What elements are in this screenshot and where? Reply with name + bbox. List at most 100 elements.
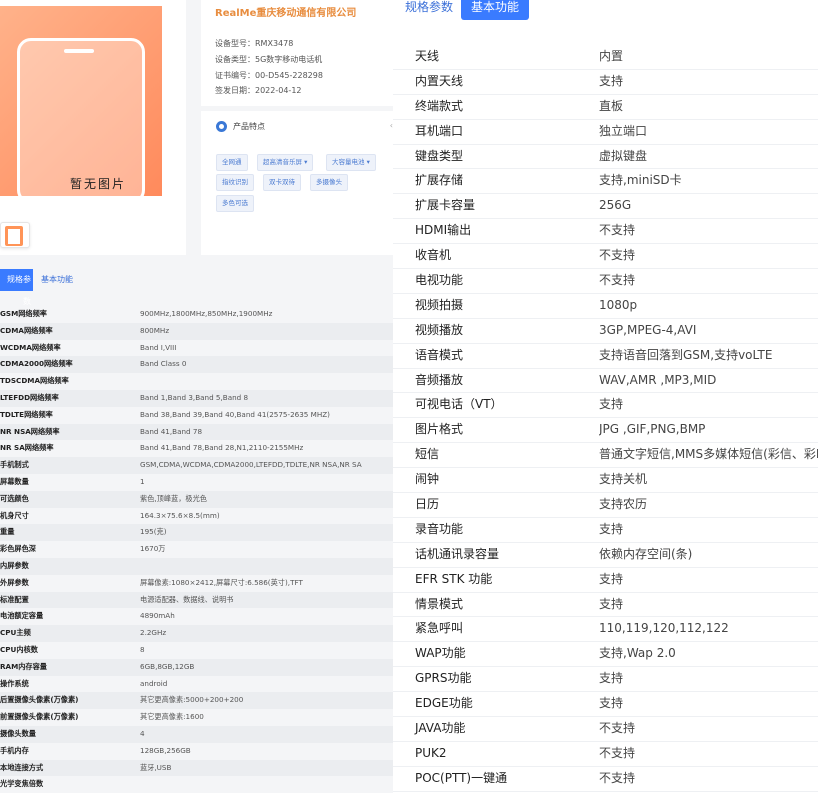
spec-key: POC(PTT)一键通 <box>415 770 508 785</box>
spec-key: 终端款式 <box>415 98 464 113</box>
spec-value: 4890mAh <box>140 611 175 621</box>
spec-value: 支持,miniSD卡 <box>599 173 682 188</box>
spec-key: 手机内存 <box>0 745 29 755</box>
spec-key: WCDMA网络频率 <box>0 342 61 352</box>
spec-key: 重量 <box>0 527 15 537</box>
spec-key: EDGE功能 <box>415 696 473 711</box>
spec-key: TDSCDMA网络频率 <box>0 376 69 386</box>
product-image-placeholder <box>0 6 162 204</box>
feature-tag[interactable]: 超高清音乐屏 ▾ <box>257 154 314 171</box>
spec-key: 本地连接方式 <box>0 762 44 772</box>
spec-value: 其它更高像素:5000+200+200 <box>140 695 244 705</box>
spec-key: 耳机端口 <box>415 123 464 138</box>
right-spec-table: 天线 内置 内置天线 支持 终端款式 直板 耳机端口 独立端口 键盘类型 虚拟键盘 扩展存储 支持,m… <box>393 45 818 793</box>
feature-tag[interactable]: 双卡双待 <box>263 174 301 191</box>
tab-specs[interactable]: 规格参数 <box>405 0 453 20</box>
spec-value: 128GB,256GB <box>140 745 191 755</box>
spec-value: 支持 <box>599 696 624 711</box>
spec-value: 8 <box>140 644 145 654</box>
spec-value: 内置 <box>599 49 624 63</box>
spec-key: 可视电话（VT） <box>415 397 503 412</box>
features-title: 产品特点 <box>233 122 265 131</box>
spec-key: CDMA网络频率 <box>0 325 53 335</box>
spec-row: 可视电话（VT） 支持 <box>393 393 818 419</box>
company-name[interactable]: RealMe重庆移动通信有限公司 <box>215 4 356 19</box>
spec-value: 紫色,顶峰蓝，极光色 <box>140 493 207 503</box>
spec-value: 其它更高像素:1600 <box>140 712 204 722</box>
feature-tag[interactable]: 全网通 <box>216 154 248 171</box>
spec-row: 光学变焦倍数 <box>0 776 393 793</box>
spec-key: 短信 <box>415 447 440 462</box>
spec-key: NR SA网络频率 <box>0 443 54 453</box>
spec-key: 内屏参数 <box>0 560 29 570</box>
image-thumbnail[interactable] <box>0 222 30 248</box>
spec-row: WCDMA网络频率 Band I,VIII <box>0 339 393 357</box>
spec-value: 支持 <box>599 397 624 412</box>
spec-value: 256G <box>599 198 632 213</box>
spec-row: 终端款式 直板 <box>393 94 818 120</box>
spec-value: 支持农历 <box>599 497 648 512</box>
spec-value: 195(克) <box>140 527 167 537</box>
spec-key: 话机通讯录容量 <box>415 546 500 561</box>
spec-value: 支持,Wap 2.0 <box>599 646 676 661</box>
spec-key: 前置摄像头像素(万像素) <box>0 712 79 722</box>
spec-value: 支持 <box>599 671 624 686</box>
spec-row: 话机通讯录容量 依赖内存空间(条) <box>393 542 818 568</box>
spec-value: 支持 <box>599 596 624 611</box>
spec-value: GSM,CDMA,WCDMA,CDMA2000,LTEFDD,TDLTE,NR … <box>140 460 362 470</box>
spec-key: 扩展卡容量 <box>415 198 476 213</box>
no-image-text: 暂无图片 <box>70 177 127 191</box>
spec-row: 紧急呼叫 110,119,120,112,122 <box>393 617 818 643</box>
spec-key: 可选颜色 <box>0 493 29 503</box>
spec-row: 扩展卡容量 256G <box>393 194 818 220</box>
spec-value: 虚拟键盘 <box>599 148 648 163</box>
spec-row: 后置摄像头像素(万像素) 其它更高像素:5000+200+200 <box>0 692 393 710</box>
spec-row: GSM网络频率 900MHz,1800MHz,850MHz,1900MHz <box>0 306 393 323</box>
spec-row: TDSCDMA网络频率 <box>0 373 393 390</box>
spec-key: 视频播放 <box>415 322 464 337</box>
spec-row: 图片格式 JPG ,GIF,PNG,BMP <box>393 418 818 444</box>
spec-value: 164.3×75.6×8.5(mm) <box>140 510 220 520</box>
spec-row: 重量 195(克) <box>0 524 393 542</box>
spec-value: 支持语音回落到GSM,支持voLTE <box>599 347 773 362</box>
spec-row: GPRS功能 支持 <box>393 667 818 693</box>
tab-basic-functions[interactable]: 基本功能 <box>461 0 529 20</box>
spec-value: Band Class 0 <box>140 359 187 369</box>
spec-value: android <box>140 678 168 688</box>
spec-value: 不支持 <box>599 223 636 238</box>
spec-key: 收音机 <box>415 248 452 263</box>
spec-row: 本地连接方式 蓝牙,USB <box>0 759 393 777</box>
spec-row: 语音模式 支持语音回落到GSM,支持voLTE <box>393 343 818 369</box>
spec-key: 音频播放 <box>415 372 464 387</box>
spec-value: 4 <box>140 728 145 738</box>
spec-row: EFR STK 功能 支持 <box>393 567 818 593</box>
spec-key: 光学变焦倍数 <box>0 779 44 789</box>
spec-row: 天线 内置 <box>393 45 818 70</box>
spec-key: PUK2 <box>415 745 447 760</box>
spec-key: CPU内核数 <box>0 644 38 654</box>
product-features-card: 产品特点 ‹ 全网通 超高清音乐屏 ▾ 大容量电池 ▾ 指纹识别 双卡双待 多摄… <box>201 111 393 255</box>
spec-row: 录音功能 支持 <box>393 517 818 543</box>
spec-row: 前置摄像头像素(万像素) 其它更高像素:1600 <box>0 709 393 726</box>
spec-value: 支持 <box>599 73 624 88</box>
spec-value: JPG ,GIF,PNG,BMP <box>599 422 706 437</box>
feature-tag[interactable]: 多摄像头 <box>310 174 348 191</box>
tab-specs[interactable]: 规格参数 <box>0 269 33 306</box>
spec-key: 录音功能 <box>415 521 464 536</box>
spec-key: CDMA2000网络频率 <box>0 359 73 369</box>
spec-row: 彩色屏色深 1670万 <box>0 541 393 558</box>
spec-row: POC(PTT)一键通 不支持 <box>393 766 818 792</box>
spec-row: WAP功能 支持,Wap 2.0 <box>393 642 818 668</box>
spec-row: 电视功能 不支持 <box>393 269 818 294</box>
feature-tag[interactable]: 指纹识别 <box>216 174 254 191</box>
spec-value: Band 1,Band 3,Band 5,Band 8 <box>140 392 249 402</box>
feature-tag[interactable]: 多色可选 <box>216 195 254 212</box>
spec-row: 视频播放 3GP,MPEG-4,AVI <box>393 318 818 344</box>
spec-value: 支持 <box>599 521 624 536</box>
tab-basic-functions[interactable]: 基本功能 <box>41 269 73 291</box>
right-panel: 规格参数 基本功能 天线 内置 内置天线 支持 终端款式 直板 耳机端口 独立端口 键盘类型 虚拟… <box>393 0 818 793</box>
info-row-date: 签发日期：2022-04-12 <box>215 86 302 95</box>
spec-key: 语音模式 <box>415 347 464 362</box>
spec-row: 屏幕数量 1 <box>0 473 393 491</box>
feature-tag[interactable]: 大容量电池 ▾ <box>326 154 376 171</box>
